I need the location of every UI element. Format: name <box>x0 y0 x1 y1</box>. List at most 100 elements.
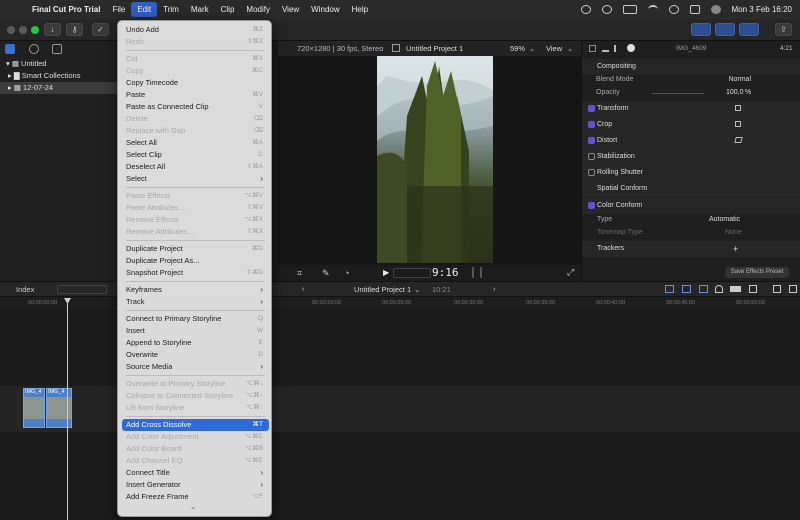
menu-item-source-media[interactable]: Source Media › <box>122 361 269 373</box>
timeline-index-button[interactable]: Index <box>16 285 34 294</box>
transitions-browser-icon[interactable] <box>773 285 781 293</box>
menu-item-select-clip[interactable]: Select Clip C <box>122 149 269 161</box>
sidebar-item-smart-collections[interactable]: ▸ ▇ Smart Collections <box>0 70 118 82</box>
enhance-icon[interactable]: ✎ <box>322 268 330 279</box>
distort-onscreen-icon[interactable] <box>734 137 743 143</box>
chevron-down-icon[interactable]: ⌄ <box>567 44 573 53</box>
timeline-clip[interactable]: IMG_4 <box>46 388 72 428</box>
stabilization-row[interactable]: Stabilization <box>582 149 800 165</box>
info-icon[interactable] <box>627 44 635 52</box>
checkbox-icon[interactable] <box>588 153 595 160</box>
save-effects-preset-button[interactable]: Save Effects Preset <box>725 267 789 278</box>
control-center-icon[interactable] <box>689 5 700 14</box>
speed-icon[interactable]: ◔ <box>344 268 349 278</box>
menu-item-paste-as-connected-clip[interactable]: Paste as Connected Clip V <box>122 101 269 113</box>
transform-onscreen-icon[interactable] <box>735 105 741 111</box>
sidebar-item-library[interactable]: ▾ ▦ Untitled <box>0 58 118 70</box>
menu-item-snapshot-project[interactable]: Snapshot Project ⇧⌘D <box>122 267 269 279</box>
chevron-down-icon[interactable]: ⌄ <box>414 285 420 294</box>
crop-onscreen-icon[interactable] <box>735 121 741 127</box>
crop-row[interactable]: Crop <box>582 117 800 133</box>
menu-item-insert[interactable]: Insert W <box>122 325 269 337</box>
filter-icon[interactable] <box>602 45 609 52</box>
menu-window[interactable]: Window <box>305 0 345 19</box>
sidebar-item-event[interactable]: ▸ ▦ 12-07-24 <box>0 82 118 94</box>
menu-clip[interactable]: Clip <box>215 0 241 19</box>
play-status-icon[interactable] <box>601 5 612 14</box>
libraries-icon[interactable] <box>5 44 15 54</box>
timecode-field[interactable] <box>393 268 431 278</box>
headphones-icon[interactable] <box>715 285 723 293</box>
transform-row[interactable]: Transform <box>582 101 800 117</box>
transform-tool-icon[interactable]: ⌗ <box>297 268 302 279</box>
battery-icon[interactable] <box>622 5 637 14</box>
menu-item-overwrite[interactable]: Overwrite D <box>122 349 269 361</box>
playhead[interactable] <box>67 298 68 520</box>
chevron-down-icon[interactable]: ⌄ <box>529 44 535 53</box>
timeline-forward-icon[interactable]: › <box>493 284 496 293</box>
skimming-icon[interactable] <box>665 285 674 293</box>
menu-view[interactable]: View <box>276 0 305 19</box>
opacity-slider[interactable] <box>652 93 704 94</box>
menu-edit[interactable]: Edit <box>131 2 158 17</box>
browser-toggle-button[interactable] <box>691 23 711 36</box>
menu-trim[interactable]: Trim <box>157 0 185 19</box>
import-icon[interactable]: ↓ <box>44 23 61 36</box>
timeline-project-name[interactable]: Untitled Project 1 <box>354 285 411 294</box>
trackers-row[interactable]: Trackers + <box>582 241 800 257</box>
timeline-clip[interactable]: IMG_4 <box>23 388 45 428</box>
timeline-back-icon[interactable]: ‹ <box>302 284 305 293</box>
play-icon[interactable]: ▶ <box>383 268 389 277</box>
photos-audio-icon[interactable] <box>29 44 39 54</box>
menu-clock[interactable]: Mon 3 Feb 16:20 <box>732 5 792 14</box>
video-inspector-icon[interactable] <box>589 45 596 52</box>
checkbox-icon[interactable] <box>588 202 595 209</box>
add-tracker-icon[interactable]: + <box>733 241 738 257</box>
menu-item-connect-title[interactable]: Connect Title › <box>122 467 269 479</box>
audio-meter-icon[interactable] <box>472 267 482 278</box>
scroll-down-icon[interactable]: ⌄ <box>190 503 196 511</box>
checkbox-icon[interactable] <box>588 121 595 128</box>
distort-row[interactable]: Distort <box>582 133 800 149</box>
menu-item-paste[interactable]: Paste ⌘V <box>122 89 269 101</box>
menu-item-duplicate-project[interactable]: Duplicate Project ⌘D <box>122 243 269 255</box>
menu-modify[interactable]: Modify <box>240 0 276 19</box>
titles-generators-icon[interactable] <box>52 44 62 54</box>
fullscreen-icon[interactable]: ⤢ <box>567 267 574 278</box>
menu-item-select[interactable]: Select › <box>122 173 269 185</box>
titles-browser-icon[interactable] <box>789 285 797 293</box>
menu-mark[interactable]: Mark <box>185 0 215 19</box>
viewer-zoom[interactable]: 59% <box>510 44 525 53</box>
audio-skimming-icon[interactable] <box>682 285 691 293</box>
menu-help[interactable]: Help <box>346 0 374 19</box>
viewer-view-menu[interactable]: View <box>546 44 562 53</box>
menu-app[interactable]: Final Cut Pro Trial <box>26 0 106 19</box>
background-tasks-icon[interactable]: ✓ <box>92 23 109 36</box>
rolling-shutter-row[interactable]: Rolling Shutter <box>582 165 800 181</box>
menu-item-deselect-all[interactable]: Deselect All ⇧⌘A <box>122 161 269 173</box>
menu-item-keyframes[interactable]: Keyframes › <box>122 284 269 296</box>
clip-appearance-icon[interactable] <box>730 286 741 292</box>
audio-inspector-icon[interactable] <box>614 45 621 52</box>
inspector-toggle-button[interactable] <box>739 23 759 36</box>
effects-browser-icon[interactable] <box>749 285 757 293</box>
zoom-window-button[interactable] <box>31 26 39 34</box>
menu-item-select-all[interactable]: Select All ⌘A <box>122 137 269 149</box>
menu-item-append-to-storyline[interactable]: Append to Storyline E <box>122 337 269 349</box>
search-icon[interactable] <box>668 5 679 14</box>
edit-tools-group[interactable] <box>57 285 107 294</box>
solo-icon[interactable] <box>699 285 708 293</box>
checkbox-icon[interactable] <box>588 169 595 176</box>
spatial-conform-row[interactable]: Spatial Conform <box>582 181 800 197</box>
checkbox-icon[interactable] <box>588 105 595 112</box>
menu-item-undo-add[interactable]: Undo Add ⌘Z <box>122 24 269 36</box>
menu-item-copy-timecode[interactable]: Copy Timecode <box>122 77 269 89</box>
wifi-icon[interactable] <box>647 5 658 14</box>
menu-item-track[interactable]: Track › <box>122 296 269 308</box>
checkbox-icon[interactable] <box>588 137 595 144</box>
opacity-row[interactable]: Opacity 100,0 % <box>582 85 800 101</box>
menu-item-insert-generator[interactable]: Insert Generator › <box>122 479 269 491</box>
menu-item-add-cross-dissolve[interactable]: Add Cross Dissolve ⌘T <box>122 419 269 431</box>
share-icon[interactable]: ⇪ <box>775 23 792 36</box>
screen-record-icon[interactable] <box>580 5 591 14</box>
